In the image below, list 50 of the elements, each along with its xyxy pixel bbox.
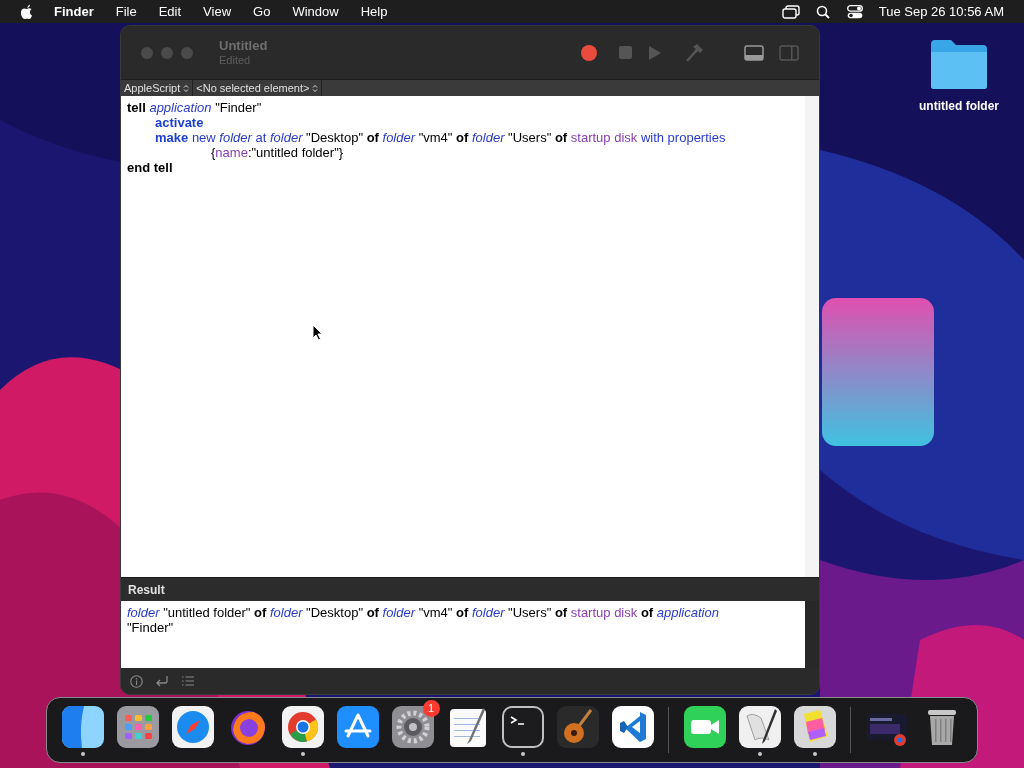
dock-app-button[interactable] xyxy=(736,704,783,750)
code-line: make new folder at folder "Desktop" of folder "vm4" of folder "Users" of startup disk with properties xyxy=(154,130,726,145)
gear-icon xyxy=(391,706,434,748)
search-icon[interactable] xyxy=(815,4,830,19)
ring-icon xyxy=(281,706,324,748)
dock-app-button[interactable] xyxy=(681,704,728,750)
dock-app-button[interactable]: 1 xyxy=(389,704,436,750)
up-down-chevron-icon xyxy=(183,83,190,93)
folder-icon[interactable] xyxy=(929,38,989,90)
info-icon[interactable] xyxy=(130,674,143,688)
script-editor-area[interactable]: tell application "Finder" activate make new folder at folder "Desktop" of folder "vm4" of folder "Users" of startup disk with properties {name:"untitled folder"} end tell xyxy=(121,96,819,577)
code-line: end tell xyxy=(127,160,173,175)
dock-app-button[interactable] xyxy=(114,704,161,750)
dock-app-button[interactable] xyxy=(499,704,546,750)
code-line: {name:"untitled folder"} xyxy=(210,145,344,160)
terminal-icon xyxy=(501,706,544,748)
triangle-mark-icon xyxy=(336,706,379,748)
ribbon-icon xyxy=(793,706,836,748)
menu-item[interactable]: Help xyxy=(360,1,388,22)
app-grid-icon xyxy=(116,706,159,748)
result-label: Result xyxy=(128,581,165,599)
dock-app-button[interactable] xyxy=(279,704,326,750)
menu-item[interactable]: Finder xyxy=(54,1,94,22)
menu-item[interactable]: Window xyxy=(292,1,339,22)
dock-app-button[interactable] xyxy=(169,704,216,750)
ribbon-code-icon xyxy=(611,706,654,748)
result-text: folder "untitled folder" of folder "Desktop" of folder "vm4" of folder "Users" of startup disk of application "Finder" xyxy=(127,605,720,635)
toggles-icon[interactable] xyxy=(846,4,863,19)
menu-item[interactable]: Edit xyxy=(158,1,182,22)
window-title: Untitled xyxy=(219,37,268,54)
code-line: activate xyxy=(154,115,204,130)
dock-app-button[interactable] xyxy=(334,704,381,750)
dock-app-button[interactable] xyxy=(791,704,838,750)
overlapping-windows-icon[interactable] xyxy=(781,4,800,19)
bottom-panel-icon[interactable] xyxy=(744,44,764,61)
apple-logo-icon[interactable] xyxy=(20,3,34,20)
clock-text[interactable]: Tue Sep 26 10:56 AM xyxy=(878,1,1004,22)
video-camera-icon xyxy=(683,706,726,748)
guitar-icon xyxy=(556,706,599,748)
up-down-chevron-icon xyxy=(312,83,319,93)
menu-item[interactable]: View xyxy=(203,1,232,22)
pointer-cursor-icon xyxy=(312,324,323,341)
menu-item[interactable]: File xyxy=(115,1,137,22)
menu-item[interactable]: Go xyxy=(253,1,271,22)
return-arrow-icon[interactable] xyxy=(155,675,169,687)
folder-label[interactable]: untitled folder xyxy=(919,97,999,115)
compass-icon xyxy=(171,706,214,748)
dock-app-button[interactable] xyxy=(609,704,656,750)
code-line: tell application "Finder" xyxy=(127,100,262,115)
scroll-pen-icon xyxy=(738,706,781,748)
